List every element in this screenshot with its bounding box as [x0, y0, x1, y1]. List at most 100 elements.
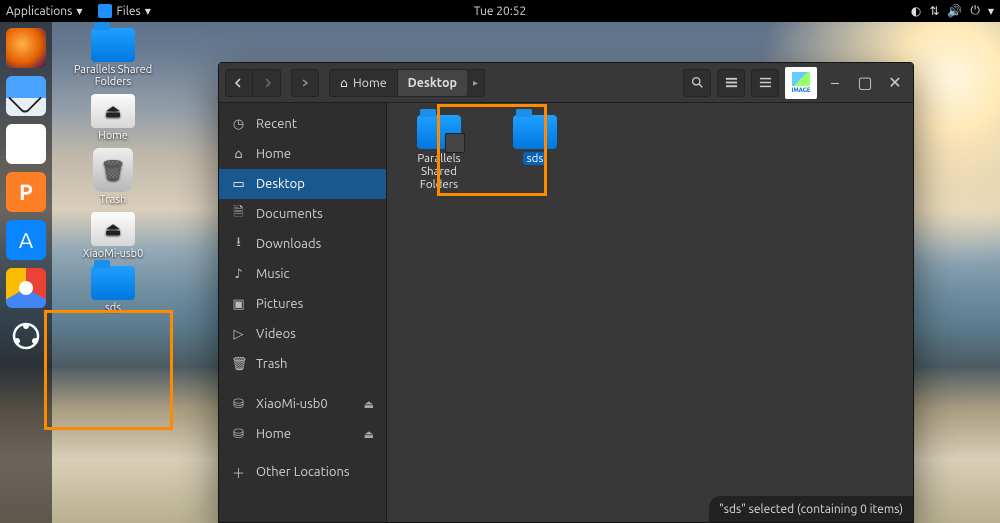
- dock-music[interactable]: ♪: [6, 124, 46, 164]
- path-seg-label: Desktop: [408, 76, 457, 90]
- sidebar-item-label: Home: [256, 427, 291, 441]
- files-icon: [98, 4, 112, 18]
- downloads-icon: ⭳: [231, 233, 246, 255]
- nav-back-button[interactable]: [225, 69, 253, 97]
- hamburger-menu-button[interactable]: [751, 69, 779, 97]
- documents-icon: 🗎: [231, 203, 246, 225]
- search-button[interactable]: [683, 69, 711, 97]
- view-list-button[interactable]: [717, 69, 745, 97]
- path-home[interactable]: ⌂ Home: [330, 70, 398, 96]
- desktop-icon-xiaomi[interactable]: ⏏ XiaoMi-usb0: [69, 212, 157, 260]
- desktop-icon: ▭: [231, 177, 246, 192]
- file-manager-content[interactable]: Parallels Shared Folders sds "sds" selec…: [387, 103, 913, 522]
- window-close-button[interactable]: ✕: [883, 71, 907, 95]
- sidebar-item-label: Trash: [256, 357, 287, 371]
- sidebar-item-pictures[interactable]: ▣ Pictures: [219, 289, 386, 319]
- sidebar-item-label: Recent: [256, 117, 297, 131]
- desktop-icon-home-drive[interactable]: ⏏ Home: [69, 94, 157, 142]
- file-manager-header: ⌂ Home Desktop ▸ IMAGE – ▢ ✕: [219, 63, 913, 103]
- eject-icon[interactable]: ⏏: [364, 398, 374, 411]
- sidebar-item-documents[interactable]: 🗎 Documents: [219, 199, 386, 229]
- chevron-right-icon: ▸: [467, 77, 484, 89]
- sidebar-item-label: Other Locations: [256, 465, 350, 479]
- trash-icon: 🗑: [231, 357, 246, 372]
- folder-icon: [417, 115, 461, 149]
- file-manager-window: ⌂ Home Desktop ▸ IMAGE – ▢ ✕: [218, 62, 914, 523]
- files-menu[interactable]: Files ▼: [98, 4, 150, 18]
- sidebar-item-xiaomi[interactable]: ⛁XiaoMi-usb0⏏: [219, 389, 386, 419]
- desktop-icon-parallels[interactable]: Parallels Shared Folders: [69, 28, 157, 88]
- dock-files[interactable]: [6, 76, 46, 116]
- path-up-button[interactable]: [291, 69, 319, 97]
- desktop-icons: Parallels Shared Folders ⏏ Home 🗑 Trash …: [58, 28, 168, 314]
- folder-parallels[interactable]: Parallels Shared Folders: [403, 115, 475, 192]
- dock-chrome[interactable]: [6, 268, 46, 308]
- chevron-down-icon: ▼: [988, 7, 994, 16]
- music-icon: ♪: [231, 267, 246, 282]
- desktop-icon-label: sds: [105, 302, 121, 314]
- dock-firefox[interactable]: [6, 28, 46, 68]
- drive-icon: ⏏: [91, 212, 135, 246]
- sidebar-item-label: Documents: [256, 207, 323, 221]
- recent-icon: ◷: [231, 117, 246, 132]
- path-current[interactable]: Desktop: [398, 70, 467, 96]
- sidebar-item-label: Videos: [256, 327, 296, 341]
- path-bar: ⌂ Home Desktop ▸: [329, 69, 485, 97]
- drag-preview-image: IMAGE: [785, 67, 817, 99]
- sidebar-item-label: Pictures: [256, 297, 303, 311]
- sidebar-item-trash[interactable]: 🗑 Trash: [219, 349, 386, 379]
- desktop-icon-sds[interactable]: sds: [69, 266, 157, 314]
- home-icon: ⌂: [231, 147, 246, 162]
- drive-icon: ⛁: [231, 397, 246, 412]
- sidebar-item-downloads[interactable]: ⭳ Downloads: [219, 229, 386, 259]
- videos-icon: ▷: [231, 327, 246, 342]
- chevron-down-icon: ▼: [145, 7, 151, 16]
- status-bar: "sds" selected (containing 0 items): [709, 496, 913, 522]
- dock-appstore[interactable]: A: [6, 220, 46, 260]
- plus-icon: ＋: [231, 463, 246, 482]
- window-maximize-button[interactable]: ▢: [853, 71, 877, 95]
- network-icon[interactable]: ⇅: [929, 4, 939, 18]
- sidebar-item-label: Downloads: [256, 237, 321, 251]
- sidebar-item-videos[interactable]: ▷ Videos: [219, 319, 386, 349]
- volume-icon[interactable]: 🔊: [947, 4, 962, 18]
- file-manager-sidebar: ◷ Recent ⌂ Home ▭ Desktop 🗎 Documents ⭳ Downl…: [219, 103, 387, 522]
- desktop-icon-label: Parallels Shared Folders: [69, 64, 157, 88]
- image-chip-label: IMAGE: [792, 87, 811, 94]
- night-light-icon[interactable]: ◐: [911, 4, 921, 18]
- dock-show-apps[interactable]: [6, 316, 46, 356]
- folder-sds[interactable]: sds: [499, 115, 571, 192]
- path-seg-label: Home: [353, 76, 387, 90]
- folder-icon: [91, 28, 135, 62]
- sidebar-item-label: Desktop: [256, 177, 305, 191]
- sidebar-item-label: Home: [256, 147, 291, 161]
- sidebar-item-desktop[interactable]: ▭ Desktop: [219, 169, 386, 199]
- dock-wps[interactable]: P: [6, 172, 46, 212]
- drive-icon: ⛁: [231, 427, 246, 442]
- folder-icon: [513, 115, 557, 149]
- sidebar-item-home[interactable]: ⌂ Home: [219, 139, 386, 169]
- pictures-icon: ▣: [231, 297, 246, 312]
- eject-icon[interactable]: ⏏: [364, 428, 374, 441]
- files-label: Files: [116, 5, 140, 18]
- desktop-icon-label: Home: [98, 130, 128, 142]
- applications-menu[interactable]: Applications ▼: [6, 5, 82, 18]
- home-icon: ⌂: [340, 75, 348, 90]
- desktop-icon-label: Trash: [100, 194, 127, 206]
- sidebar-item-recent[interactable]: ◷ Recent: [219, 109, 386, 139]
- dock: ♪ P A: [0, 22, 52, 523]
- sidebar-item-music[interactable]: ♪ Music: [219, 259, 386, 289]
- folder-label: sds: [523, 152, 548, 165]
- window-minimize-button[interactable]: –: [823, 71, 847, 95]
- chevron-down-icon: ▼: [76, 7, 82, 16]
- nav-forward-button[interactable]: [253, 69, 281, 97]
- sidebar-item-label: Music: [256, 267, 290, 281]
- sidebar-item-homedrv[interactable]: ⛁ Home ⏏: [219, 419, 386, 449]
- trash-icon: 🗑: [93, 148, 133, 192]
- desktop-icon-trash[interactable]: 🗑 Trash: [69, 148, 157, 206]
- sidebar-item-other-locations[interactable]: ＋ Other Locations: [219, 457, 386, 487]
- folder-icon: [91, 266, 135, 300]
- drive-icon: ⏏: [91, 94, 135, 128]
- power-icon[interactable]: ⏻: [970, 4, 980, 18]
- applications-label: Applications: [6, 5, 72, 18]
